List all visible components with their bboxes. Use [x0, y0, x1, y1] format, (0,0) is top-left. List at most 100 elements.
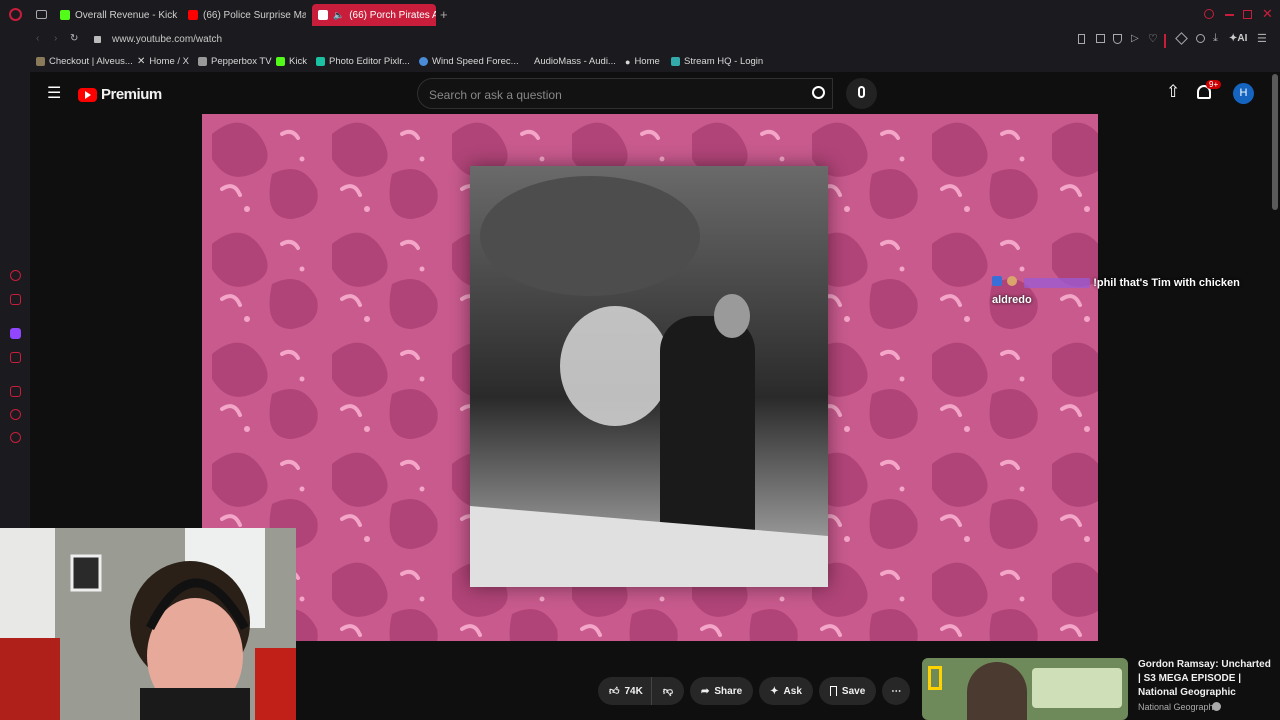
- thumbs-up-icon: 👍︎: [609, 686, 620, 697]
- tab-kick-revenue[interactable]: Overall Revenue - Kick Das: [54, 4, 178, 26]
- bookmark-label: Home / X: [149, 56, 189, 67]
- bookmark-label: Wind Speed Forec...: [432, 56, 519, 67]
- ai-button[interactable]: ✦AI: [1229, 33, 1247, 44]
- tab-label: Overall Revenue - Kick Das: [75, 9, 178, 21]
- share-label: Share: [714, 685, 743, 697]
- tab-police-surprise[interactable]: (66) Police Surprise Man T: [182, 4, 306, 26]
- bookmark-x[interactable]: ✕ Home / X: [137, 56, 189, 67]
- chat-username: [1024, 278, 1091, 289]
- more-actions-button[interactable]: ⋯: [882, 677, 911, 705]
- separator: [1164, 34, 1166, 48]
- pinboard-icon[interactable]: [10, 386, 21, 397]
- natgeo-logo-icon: [928, 666, 942, 690]
- bookmark-home[interactable]: ● Home: [625, 56, 660, 67]
- ask-button[interactable]: ✦ Ask: [759, 677, 813, 705]
- bookmark-label: Photo Editor Pixlr...: [329, 56, 410, 67]
- chat-badge-icon: [992, 276, 1002, 286]
- reload-icon[interactable]: ↻: [70, 33, 78, 44]
- ask-label: Ask: [783, 685, 802, 697]
- address-bar-row: ‹ › ↻ www.youtube.com/watch ▷ ♡ ⤓ ✦AI ☰: [0, 30, 1280, 52]
- url-field[interactable]: www.youtube.com/watch: [112, 34, 222, 45]
- minimize-icon[interactable]: [1225, 14, 1234, 16]
- bookmark-label: Home: [634, 56, 660, 67]
- aria-icon[interactable]: [10, 270, 21, 281]
- bookmark-pepperbox[interactable]: Pepperbox TV: [198, 56, 272, 67]
- account-icon[interactable]: [1196, 34, 1205, 43]
- tab-label: (66) Porch Pirates Are T: [349, 9, 436, 21]
- bookmark-streamhq[interactable]: Stream HQ - Login: [671, 56, 763, 67]
- video-frame[interactable]: [470, 166, 828, 587]
- voice-search-button[interactable]: [846, 78, 877, 109]
- webcam-feed-image: [0, 528, 296, 720]
- page-scrollbar[interactable]: [1272, 74, 1278, 210]
- share-button[interactable]: ➦ Share: [689, 677, 754, 705]
- download-icon[interactable]: ⤓: [1213, 32, 1218, 45]
- bookmark-kick[interactable]: Kick: [276, 56, 307, 67]
- bookmark-page-icon[interactable]: [1078, 34, 1085, 44]
- dislike-button[interactable]: 👎︎: [650, 677, 684, 705]
- bookmark-label: AudioMass - Audi...: [534, 56, 616, 67]
- bookmark-wind[interactable]: Wind Speed Forec...: [419, 56, 519, 67]
- recommended-thumbnail[interactable]: [922, 658, 1128, 720]
- recommended-channel[interactable]: National Geographic: [1138, 702, 1220, 712]
- heart-icon[interactable]: ♡: [1148, 32, 1158, 45]
- pixlr-icon: [316, 57, 325, 66]
- hamburger-menu-icon[interactable]: ☰: [47, 83, 61, 103]
- youtube-header: ☰ Premium Search or ask a question ⇧ 9+ …: [30, 72, 1280, 114]
- search-input[interactable]: Search or ask a question: [417, 78, 833, 109]
- youtube-play-icon: [78, 87, 97, 102]
- bookmark-label: Pepperbox TV: [211, 56, 272, 67]
- bookmark-pixlr[interactable]: Photo Editor Pixlr...: [316, 56, 410, 67]
- x-logo-icon: ✕: [137, 56, 146, 67]
- play-icon[interactable]: ▷: [1131, 33, 1139, 44]
- shield-icon[interactable]: [1113, 34, 1122, 44]
- upload-icon[interactable]: ⇧: [1166, 82, 1180, 102]
- sparkle-icon: ✦: [770, 685, 779, 697]
- forward-icon[interactable]: ›: [54, 33, 57, 44]
- tab-label: (66) Police Surprise Man T: [203, 9, 306, 21]
- crypto-wallet-icon[interactable]: [10, 294, 21, 305]
- recommended-video[interactable]: Gordon Ramsay: Uncharted | S3 MEGA EPISO…: [920, 656, 1280, 720]
- speaker-icon[interactable]: 🔈: [333, 10, 344, 21]
- avatar[interactable]: H: [1233, 83, 1254, 104]
- bookmark-audiomass[interactable]: AudioMass - Audi...: [534, 56, 616, 67]
- bookmarks-bar: Checkout | Alveus... ✕ Home / X Pepperbox…: [0, 52, 1280, 72]
- ai-label: AI: [1237, 33, 1248, 44]
- youtube-favicon-icon: [318, 10, 328, 20]
- thumbnail-window: [1032, 668, 1122, 708]
- browser-tab-bar: Overall Revenue - Kick Das (66) Police S…: [0, 0, 1280, 30]
- search-icon: [812, 86, 825, 99]
- bookmark-alveus[interactable]: Checkout | Alveus...: [36, 56, 133, 67]
- snapshot-icon[interactable]: [1096, 34, 1105, 43]
- like-button[interactable]: 👍︎ 74K: [598, 677, 651, 705]
- history-icon[interactable]: [10, 409, 21, 420]
- verified-icon: [1212, 702, 1221, 711]
- location-pin-icon: ●: [625, 56, 631, 67]
- kick-icon: [276, 57, 285, 66]
- lock-icon: [94, 36, 101, 43]
- percent-icon[interactable]: [10, 352, 21, 363]
- settings-icon[interactable]: [10, 432, 21, 443]
- youtube-logo[interactable]: Premium: [78, 86, 162, 103]
- bookmark-label: Stream HQ - Login: [684, 56, 764, 67]
- bookmark-icon: [829, 686, 837, 696]
- twitch-icon[interactable]: [10, 328, 21, 339]
- search-tabs-icon[interactable]: [1204, 9, 1214, 19]
- save-button[interactable]: Save: [818, 677, 877, 705]
- close-window-icon[interactable]: ✕: [1262, 6, 1273, 22]
- kick-favicon-icon: [60, 10, 70, 20]
- notifications-button[interactable]: 9+: [1196, 80, 1222, 102]
- new-tab-icon[interactable]: +: [440, 7, 448, 22]
- tab-porch-pirates[interactable]: 🔈 (66) Porch Pirates Are T: [312, 4, 436, 26]
- search-button[interactable]: [805, 78, 835, 109]
- back-icon[interactable]: ‹: [36, 33, 39, 44]
- opera-logo-icon[interactable]: [9, 8, 22, 21]
- extensions-icon[interactable]: [1175, 32, 1188, 45]
- tab-overview-icon[interactable]: [36, 10, 47, 19]
- recommended-title[interactable]: Gordon Ramsay: Uncharted | S3 MEGA EPISO…: [1138, 658, 1276, 700]
- restore-icon[interactable]: [1243, 10, 1252, 19]
- video-player[interactable]: [202, 114, 1098, 641]
- bookmark-label: Checkout | Alveus...: [49, 56, 133, 67]
- menu-icon[interactable]: ☰: [1257, 32, 1267, 45]
- like-count: 74K: [624, 685, 643, 697]
